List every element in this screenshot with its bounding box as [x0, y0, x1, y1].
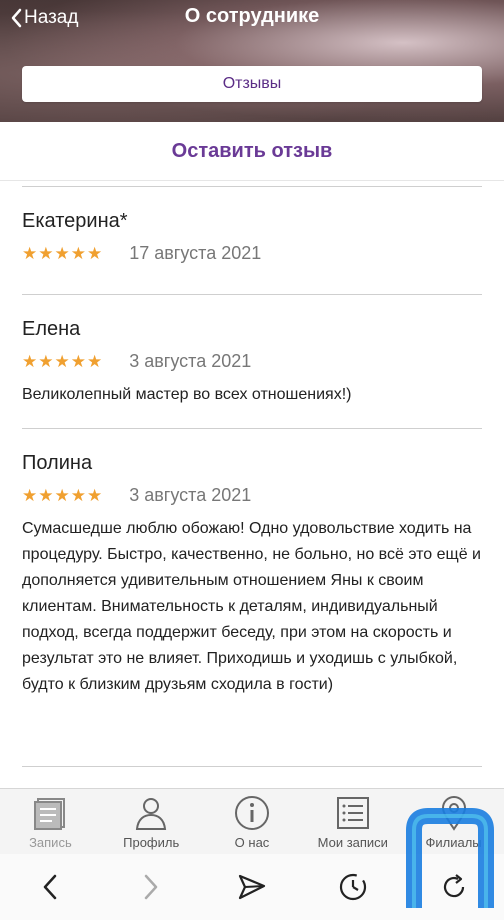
tab-label: Запись [29, 835, 72, 850]
divider [22, 428, 482, 429]
chevron-right-icon [144, 874, 158, 900]
info-icon [234, 796, 269, 830]
review-item: Екатерина* ★★★★★ 17 августа 2021 [22, 210, 484, 264]
review-author: Полина [22, 452, 93, 474]
divider [22, 294, 482, 295]
tab-my-bookings[interactable]: Мои записи [302, 789, 403, 855]
app-logo-icon [406, 808, 494, 908]
reviews-tab[interactable]: Отзывы [22, 66, 482, 102]
tab-booking[interactable]: Запись [0, 789, 101, 855]
tab-label: Профиль [123, 835, 180, 850]
clock-icon [339, 873, 366, 901]
share-button[interactable] [227, 862, 277, 912]
review-author: Екатерина* [22, 210, 128, 232]
review-text: Сумасшедше люблю обожаю! Одно удовольств… [22, 520, 481, 693]
divider [22, 766, 482, 767]
rating-stars: ★★★★★ [22, 243, 104, 263]
list-icon [336, 797, 369, 829]
review-date: 3 августа 2021 [129, 485, 252, 505]
nav-back-button[interactable] [25, 862, 75, 912]
rating-stars: ★★★★★ [22, 351, 104, 371]
tab-about[interactable]: О нас [202, 789, 303, 855]
review-item: Полина ★★★★★ 3 августа 2021 Сумасшедше л… [22, 452, 484, 698]
tab-label: Мои записи [317, 835, 388, 850]
tab-label: О нас [234, 835, 270, 850]
review-date: 17 августа 2021 [129, 243, 262, 263]
review-text: Великолепный мастер во всех отношениях!) [22, 386, 352, 403]
leave-review-button[interactable]: Оставить отзыв [0, 122, 504, 181]
header: Назад О сотруднике Отзывы [0, 0, 504, 122]
tab-profile[interactable]: Профиль [101, 789, 202, 855]
history-button[interactable] [328, 862, 378, 912]
divider [22, 186, 482, 187]
book-icon [34, 798, 66, 830]
nav-forward-button[interactable] [126, 862, 176, 912]
page-title: О сотруднике [184, 5, 320, 27]
send-icon [238, 874, 266, 900]
person-icon [136, 798, 167, 830]
review-author: Елена [22, 318, 81, 340]
chevron-left-icon [44, 874, 57, 900]
rating-stars: ★★★★★ [22, 485, 104, 505]
review-item: Елена ★★★★★ 3 августа 2021 Великолепный … [22, 318, 484, 408]
review-date: 3 августа 2021 [129, 351, 252, 371]
